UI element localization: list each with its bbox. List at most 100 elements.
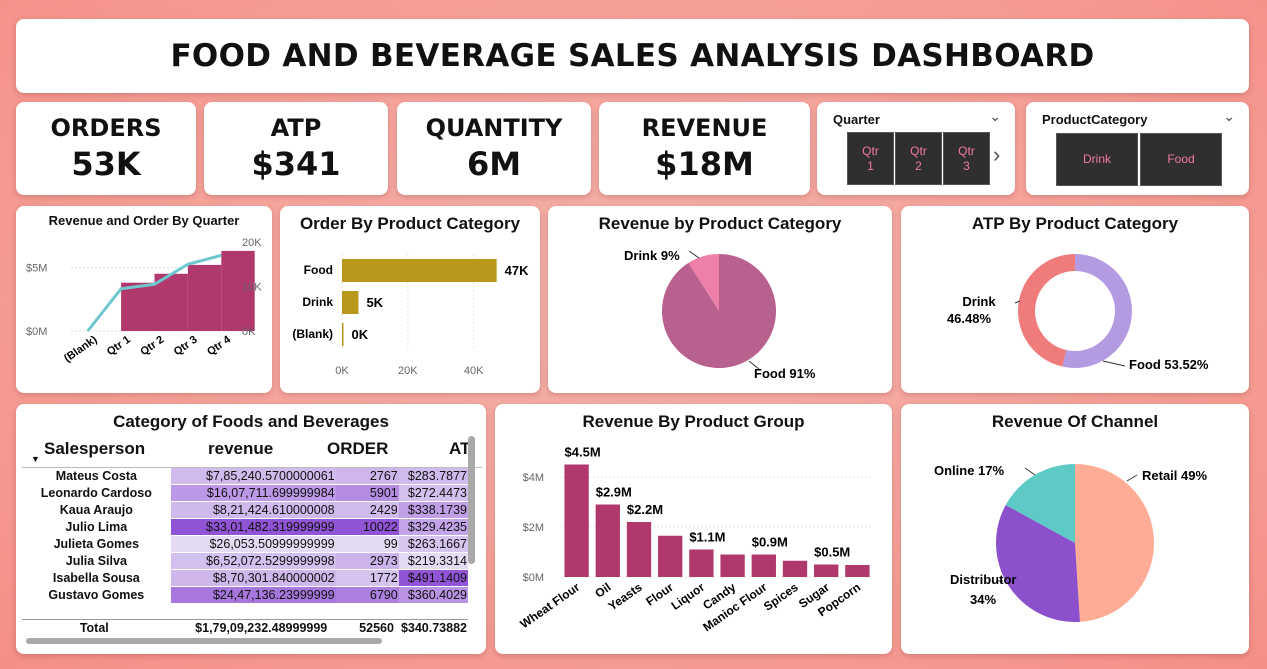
dashboard-title-card: FOOD AND BEVERAGE SALES ANALYSIS DASHBOA…: [16, 19, 1249, 93]
data-label: 0K: [352, 327, 369, 342]
data-label: $2.2M: [627, 502, 663, 517]
leader-line: [1024, 467, 1036, 476]
cell-order: 99: [335, 535, 399, 553]
x-tick-label: 20K: [398, 365, 418, 377]
cell-atp: $283.7877: [398, 468, 468, 485]
slice-label-drink: Drink 9%: [624, 248, 680, 263]
slice-label-distributor: Distributor: [950, 572, 1016, 587]
x-tick-label: Qtr 2: [138, 334, 166, 359]
bar: [782, 560, 808, 577]
cell-revenue: $26,053.50999999999: [170, 535, 336, 553]
table-body: Mateus Costa $7,85,240.5700000061 2767 $283…: [22, 468, 468, 622]
revenue-category-card: Revenue by Product Category Food 91% Drin…: [548, 206, 892, 393]
bar: [564, 464, 589, 577]
cell-revenue: $7,85,240.5700000061: [170, 468, 336, 485]
category-option-food[interactable]: Food: [1140, 133, 1222, 186]
total-label: Total: [79, 621, 109, 635]
cell-order: 10022: [335, 518, 399, 536]
y-right-tick-label: 10K: [242, 282, 262, 294]
category-option-drink[interactable]: Drink: [1056, 133, 1138, 186]
kpi-revenue-label: REVENUE: [641, 113, 768, 142]
revenue-channel-chart: Retail 49% Distributor 34% Online 17%: [934, 463, 1207, 622]
leader-line: [688, 250, 700, 259]
kpi-quantity-card: QUANTITY 6M: [397, 102, 591, 195]
y-tick-label: $4M: [523, 472, 544, 484]
cell-revenue: $8,21,424.610000008: [170, 501, 336, 519]
quarter-slicer: Quarter ⌄ Qtr 1 Qtr 2 Qtr 3 ›: [817, 102, 1015, 195]
kpi-atp-card: ATP $341: [204, 102, 388, 195]
column-header-revenue[interactable]: revenue: [208, 439, 273, 459]
kpi-orders-card: ORDERS 53K: [16, 102, 196, 195]
table-row[interactable]: Leonardo Cardoso $16,07,711.699999984 5901…: [22, 484, 468, 502]
quarter-option-qtr2[interactable]: Qtr 2: [895, 132, 942, 185]
cell-order: 6790: [335, 586, 399, 604]
table-title: Category of Foods and Beverages: [113, 412, 389, 431]
y-left-tick-label: $5M: [26, 262, 47, 274]
sort-desc-icon[interactable]: ▼: [31, 454, 40, 464]
revenue-order-quarter-card: Revenue and Order By Quarter $5M $0M 20K 10…: [16, 206, 272, 393]
cell-atp: $338.1739: [398, 501, 468, 519]
data-label: $1.1M: [689, 530, 725, 545]
product-category-slicer: ProductCategory ⌄ Drink Food: [1026, 102, 1249, 195]
bar: [342, 259, 497, 282]
table-row[interactable]: Julieta Gomes $26,053.50999999999 99 $263.1…: [22, 535, 468, 553]
bar: [626, 522, 652, 577]
y-right-tick-label: 0K: [242, 326, 256, 338]
kpi-atp-value: $341: [251, 144, 341, 183]
y-category-label: Drink: [302, 295, 333, 309]
x-tick-label: (Blank): [62, 333, 100, 364]
table-row[interactable]: Isabella Sousa $8,70,301.840000002 1772 $49…: [22, 569, 468, 587]
y-left-tick-label: $0M: [26, 326, 47, 338]
cell-order: 2429: [335, 501, 399, 519]
leader-line: [1102, 360, 1126, 367]
table-row[interactable]: Gustavo Gomes $24,47,136.23999999 6790 $360…: [22, 586, 468, 604]
y-tick-label: $2M: [523, 522, 544, 534]
kpi-revenue-card: REVENUE $18M: [599, 102, 810, 195]
revenue-category-chart: Food 91% Drink 9%: [624, 248, 816, 381]
slice-label-retail: Retail 49%: [1142, 468, 1207, 483]
chevron-right-icon[interactable]: ›: [993, 142, 1000, 168]
total-atp: $340.73882: [400, 621, 467, 635]
slice-label-drink: Drink: [962, 294, 996, 309]
horizontal-scrollbar[interactable]: [26, 638, 382, 644]
revenue-order-quarter-chart: $5M $0M 20K 10K 0K (Blank) Qtr 1 Qtr 2 Qtr 3 Qtr …: [26, 237, 262, 365]
y-category-label: Food: [304, 263, 333, 277]
chevron-down-icon[interactable]: ⌄: [1223, 108, 1235, 125]
cell-revenue: $6,52,072.5299999998: [170, 552, 336, 570]
cell-salesperson: Gustavo Gomes: [22, 586, 171, 604]
atp-category-chart: Food 53.52% Drink 46.48%: [947, 254, 1209, 372]
slice-label-online: Online 17%: [934, 463, 1005, 478]
x-tick-label: Wheat Flour: [518, 580, 583, 631]
leader-line: [1126, 474, 1138, 482]
vertical-scrollbar[interactable]: [468, 436, 475, 564]
cell-revenue: $8,70,301.840000002: [170, 569, 336, 587]
quarter-option-qtr1[interactable]: Qtr 1: [847, 132, 894, 185]
bar: [658, 535, 683, 577]
quarter-option-qtr3[interactable]: Qtr 3: [943, 132, 990, 185]
table-row[interactable]: Julia Silva $6,52,072.5299999998 2973 $219.…: [22, 552, 468, 570]
table-row[interactable]: Kaua Araujo $8,21,424.610000008 2429 $338.1…: [22, 501, 468, 519]
cell-salesperson: Julieta Gomes: [22, 535, 171, 553]
bar: [814, 564, 839, 577]
cell-atp: $263.1667: [398, 535, 468, 553]
total-order: 52560: [359, 621, 394, 635]
quarter-slicer-title: Quarter: [833, 112, 880, 127]
column-header-order[interactable]: ORDER: [327, 439, 388, 459]
donut-slice-food: [1062, 254, 1132, 368]
cell-revenue: $16,07,711.699999984: [170, 484, 336, 502]
kpi-orders-label: ORDERS: [50, 113, 162, 142]
slice-label-distributor-pct: 34%: [970, 592, 996, 607]
x-tick-label: 0K: [335, 365, 349, 377]
bar: [720, 554, 745, 577]
table-row[interactable]: Julio Lima $33,01,482.319999999 10022 $329.…: [22, 518, 468, 536]
data-label: 47K: [505, 263, 529, 278]
table-row[interactable]: Mateus Costa $7,85,240.5700000061 2767 $283…: [22, 468, 468, 485]
revenue-area-segment: [121, 282, 155, 331]
kpi-revenue-value: $18M: [655, 144, 754, 183]
salesperson-table-card: Category of Foods and Beverages Salesper…: [16, 404, 486, 654]
kpi-quantity-label: QUANTITY: [425, 113, 563, 142]
donut-slice-drink: [1018, 254, 1075, 367]
revenue-group-chart: $4M$2M$0M$4.5MWheat Flour$2.9MOil$2.2MYe…: [518, 445, 873, 634]
chevron-down-icon[interactable]: ⌄: [989, 108, 1001, 125]
column-header-salesperson[interactable]: Salesperson: [44, 439, 145, 459]
